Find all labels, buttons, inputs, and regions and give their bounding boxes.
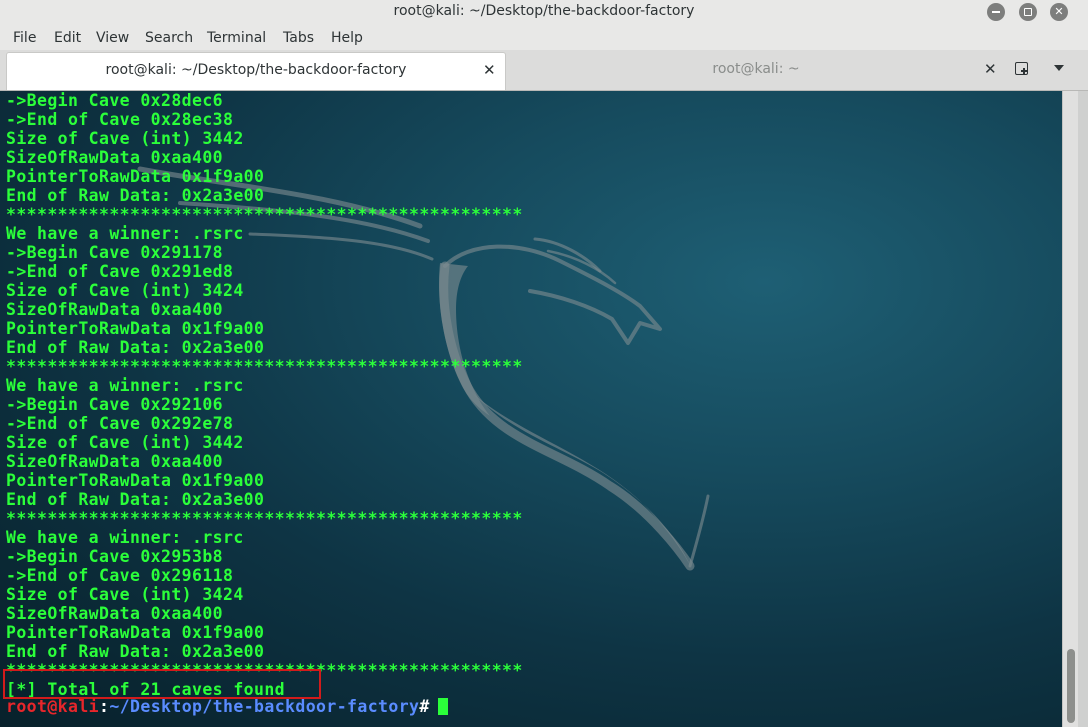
menu-edit[interactable]: Edit xyxy=(54,30,81,46)
separator-line: ****************************************… xyxy=(6,357,523,376)
close-icon: ✕ xyxy=(1054,5,1064,18)
output-line: PointerToRawData 0x1f9a00 xyxy=(6,167,265,186)
menu-view[interactable]: View xyxy=(96,30,129,46)
maximize-button[interactable] xyxy=(1019,3,1037,21)
tab-backdoor-factory[interactable]: root@kali: ~/Desktop/the-backdoor-factor… xyxy=(6,52,506,90)
menu-terminal[interactable]: Terminal xyxy=(207,30,266,46)
output-line: End of Raw Data: 0x2a3e00 xyxy=(6,186,265,205)
window-title: root@kali: ~/Desktop/the-backdoor-factor… xyxy=(393,3,695,19)
terminal-lines: ->Begin Cave 0x28dec6 ->End of Cave 0x28e… xyxy=(6,91,523,699)
menu-bar: File Edit View Search Terminal Tabs Help xyxy=(0,26,1088,50)
output-line: Size of Cave (int) 3442 xyxy=(6,129,244,148)
close-window-button[interactable]: ✕ xyxy=(1050,3,1068,21)
output-line: We have a winner: .rsrc xyxy=(6,528,244,547)
output-line: ->Begin Cave 0x292106 xyxy=(6,395,224,414)
output-line: Size of Cave (int) 3442 xyxy=(6,433,244,452)
prompt-user: root@kali xyxy=(6,697,100,716)
tab-root-home[interactable]: root@kali: ~ ✕ xyxy=(506,52,1006,89)
output-line: ->End of Cave 0x292e78 xyxy=(6,414,234,433)
output-line: ->End of Cave 0x291ed8 xyxy=(6,262,234,281)
highlight-box xyxy=(3,669,321,699)
output-line: We have a winner: .rsrc xyxy=(6,224,244,243)
text-cursor xyxy=(437,698,448,715)
tab-bar: root@kali: ~/Desktop/the-backdoor-factor… xyxy=(0,50,1088,91)
output-line: End of Raw Data: 0x2a3e00 xyxy=(6,338,265,357)
title-bar: root@kali: ~/Desktop/the-backdoor-factor… xyxy=(0,0,1088,26)
output-line: ->Begin Cave 0x28dec6 xyxy=(6,91,224,110)
output-line: ->Begin Cave 0x291178 xyxy=(6,243,224,262)
tab-close-button[interactable]: ✕ xyxy=(483,61,496,79)
tab-label: root@kali: ~ xyxy=(712,61,800,77)
terminal-output-area[interactable]: ->Begin Cave 0x28dec6 ->End of Cave 0x28e… xyxy=(0,91,1062,727)
separator-line: ****************************************… xyxy=(6,509,523,528)
output-line: PointerToRawData 0x1f9a00 xyxy=(6,623,265,642)
separator-line: ****************************************… xyxy=(6,205,523,224)
output-line: Size of Cave (int) 3424 xyxy=(6,585,244,604)
new-tab-button[interactable] xyxy=(1013,60,1031,78)
minimize-icon xyxy=(992,11,1000,13)
output-line: We have a winner: .rsrc xyxy=(6,376,244,395)
menu-file[interactable]: File xyxy=(13,30,36,46)
menu-search[interactable]: Search xyxy=(145,30,193,46)
maximize-icon xyxy=(1024,8,1032,16)
output-line: SizeOfRawData 0xaa400 xyxy=(6,300,224,319)
terminal-scrollbar[interactable] xyxy=(1062,91,1079,727)
output-line: PointerToRawData 0x1f9a00 xyxy=(6,471,265,490)
output-line: ->Begin Cave 0x2953b8 xyxy=(6,547,224,566)
chevron-down-icon[interactable] xyxy=(1054,65,1064,71)
minimize-button[interactable] xyxy=(987,3,1005,21)
output-line: SizeOfRawData 0xaa400 xyxy=(6,452,224,471)
output-line: End of Raw Data: 0x2a3e00 xyxy=(6,642,265,661)
output-line: PointerToRawData 0x1f9a00 xyxy=(6,319,265,338)
output-line: SizeOfRawData 0xaa400 xyxy=(6,604,224,623)
output-line: Size of Cave (int) 3424 xyxy=(6,281,244,300)
tab-close-button[interactable]: ✕ xyxy=(984,60,997,78)
scrollbar-thumb[interactable] xyxy=(1067,649,1075,723)
output-line: ->End of Cave 0x28ec38 xyxy=(6,110,234,129)
menu-help[interactable]: Help xyxy=(331,30,363,46)
prompt-separator: : xyxy=(99,697,110,716)
window-edge xyxy=(1078,91,1088,727)
output-line: ->End of Cave 0x296118 xyxy=(6,566,234,585)
prompt-symbol: # xyxy=(419,697,430,716)
menu-tabs[interactable]: Tabs xyxy=(283,30,314,46)
prompt-path: ~/Desktop/the-backdoor-factory xyxy=(109,697,420,716)
output-line: End of Raw Data: 0x2a3e00 xyxy=(6,490,265,509)
output-line: SizeOfRawData 0xaa400 xyxy=(6,148,224,167)
new-tab-icon xyxy=(1015,62,1028,75)
tab-label: root@kali: ~/Desktop/the-backdoor-factor… xyxy=(105,62,407,78)
shell-prompt[interactable]: root@kali:~/Desktop/the-backdoor-factory… xyxy=(6,697,448,717)
terminal-window: root@kali: ~/Desktop/the-backdoor-factor… xyxy=(0,0,1088,727)
